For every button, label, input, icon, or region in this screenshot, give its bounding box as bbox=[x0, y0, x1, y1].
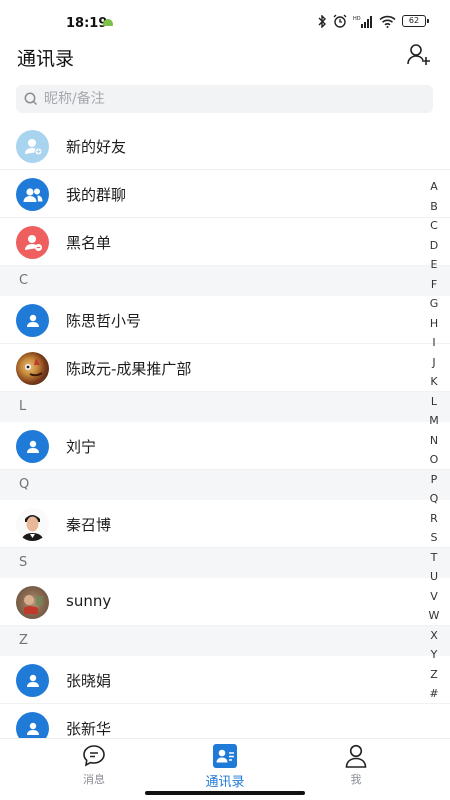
tab-label: 通讯录 bbox=[205, 775, 245, 790]
section-header-z: Z bbox=[0, 626, 450, 656]
contact-name: 陈思哲小号 bbox=[66, 312, 142, 330]
person-icon bbox=[345, 744, 367, 768]
contacts-icon bbox=[213, 744, 237, 768]
add-friend-icon[interactable] bbox=[406, 42, 432, 68]
status-bar: 18:19 HD 62 bbox=[0, 0, 450, 40]
signal-icon: HD bbox=[353, 15, 372, 28]
index-letter[interactable]: K bbox=[426, 372, 442, 392]
index-letter[interactable]: F bbox=[426, 275, 442, 295]
default-avatar-icon bbox=[16, 430, 49, 463]
contact-name: 张晓娟 bbox=[66, 672, 112, 690]
tab-me[interactable]: 我 bbox=[316, 743, 396, 787]
contact-name: sunny bbox=[66, 592, 112, 610]
contact-row[interactable]: 秦召博 bbox=[0, 500, 450, 548]
index-letter[interactable]: # bbox=[426, 684, 442, 704]
header: 通讯录 bbox=[0, 40, 450, 76]
home-indicator[interactable] bbox=[145, 791, 305, 795]
index-letter[interactable]: J bbox=[426, 353, 442, 373]
contact-name: 张新华 bbox=[66, 720, 112, 738]
svg-text:HD: HD bbox=[353, 16, 361, 22]
avatar bbox=[16, 586, 49, 619]
contacts-list: 新的好友 我的群聊 黑名单 C 陈思哲小号 陈政元-成果推广部 L 刘宁 Q 秦… bbox=[0, 122, 450, 752]
index-letter[interactable]: H bbox=[426, 314, 442, 334]
battery-icon: 62 bbox=[402, 15, 429, 27]
contact-row[interactable]: 张晓娟 bbox=[0, 656, 450, 704]
new-friend-icon bbox=[16, 130, 49, 163]
index-letter[interactable]: W bbox=[426, 606, 442, 626]
group-chats-entry[interactable]: 我的群聊 bbox=[0, 170, 450, 218]
page-title: 通讯录 bbox=[17, 48, 75, 70]
status-icons: HD 62 bbox=[317, 14, 429, 28]
index-letter[interactable]: Y bbox=[426, 645, 442, 665]
contact-row[interactable]: sunny bbox=[0, 578, 450, 626]
index-letter[interactable]: A bbox=[426, 177, 442, 197]
tab-messages[interactable]: 消息 bbox=[54, 743, 134, 787]
wifi-icon bbox=[379, 15, 396, 28]
index-letter[interactable]: Z bbox=[426, 665, 442, 685]
section-header-c: C bbox=[0, 266, 450, 296]
index-letter[interactable]: V bbox=[426, 587, 442, 607]
index-letter[interactable]: N bbox=[426, 431, 442, 451]
index-letter[interactable]: D bbox=[426, 236, 442, 256]
section-header-s: S bbox=[0, 548, 450, 578]
alarm-icon bbox=[333, 14, 347, 28]
default-avatar-icon bbox=[16, 304, 49, 337]
index-letter[interactable]: I bbox=[426, 333, 442, 353]
new-friends-entry[interactable]: 新的好友 bbox=[0, 122, 450, 170]
contact-row[interactable]: 刘宁 bbox=[0, 422, 450, 470]
search-input[interactable] bbox=[44, 91, 404, 107]
status-time: 18:19 bbox=[66, 16, 108, 31]
index-letter[interactable]: P bbox=[426, 470, 442, 490]
index-letter[interactable]: M bbox=[426, 411, 442, 431]
search-bar bbox=[0, 76, 450, 122]
new-friends-label: 新的好友 bbox=[66, 138, 127, 156]
tab-label: 消息 bbox=[83, 773, 105, 786]
index-letter[interactable]: E bbox=[426, 255, 442, 275]
blacklist-entry[interactable]: 黑名单 bbox=[0, 218, 450, 266]
default-avatar-icon bbox=[16, 664, 49, 697]
search-icon bbox=[24, 92, 38, 106]
blacklist-icon bbox=[16, 226, 49, 259]
contact-row[interactable]: 陈政元-成果推广部 bbox=[0, 344, 450, 392]
blacklist-label: 黑名单 bbox=[66, 234, 112, 252]
bluetooth-icon bbox=[318, 14, 326, 28]
index-letter[interactable]: R bbox=[426, 509, 442, 529]
tab-contacts[interactable]: 通讯录 bbox=[185, 743, 265, 790]
index-letter[interactable]: U bbox=[426, 567, 442, 587]
contact-name: 秦召博 bbox=[66, 516, 112, 534]
android-app-icon bbox=[103, 19, 113, 26]
section-header-l: L bbox=[0, 392, 450, 422]
alphabet-index[interactable]: A B C D E F G H I J K L M N O P Q R S T U V W X Y Z # bbox=[426, 177, 442, 704]
index-letter[interactable]: O bbox=[426, 450, 442, 470]
index-letter[interactable]: C bbox=[426, 216, 442, 236]
group-chats-label: 我的群聊 bbox=[66, 186, 127, 204]
index-letter[interactable]: X bbox=[426, 626, 442, 646]
tab-label: 我 bbox=[350, 773, 362, 786]
contact-row[interactable]: 陈思哲小号 bbox=[0, 296, 450, 344]
contact-name: 刘宁 bbox=[66, 438, 97, 456]
avatar bbox=[16, 508, 49, 541]
index-letter[interactable]: S bbox=[426, 528, 442, 548]
section-header-q: Q bbox=[0, 470, 450, 500]
index-letter[interactable]: B bbox=[426, 197, 442, 217]
search-box[interactable] bbox=[16, 85, 433, 113]
index-letter[interactable]: G bbox=[426, 294, 442, 314]
chat-bubble-icon bbox=[83, 745, 105, 767]
avatar bbox=[16, 352, 49, 385]
index-letter[interactable]: L bbox=[426, 392, 442, 412]
index-letter[interactable]: T bbox=[426, 548, 442, 568]
group-chat-icon bbox=[16, 178, 49, 211]
contact-name: 陈政元-成果推广部 bbox=[66, 360, 192, 378]
index-letter[interactable]: Q bbox=[426, 489, 442, 509]
